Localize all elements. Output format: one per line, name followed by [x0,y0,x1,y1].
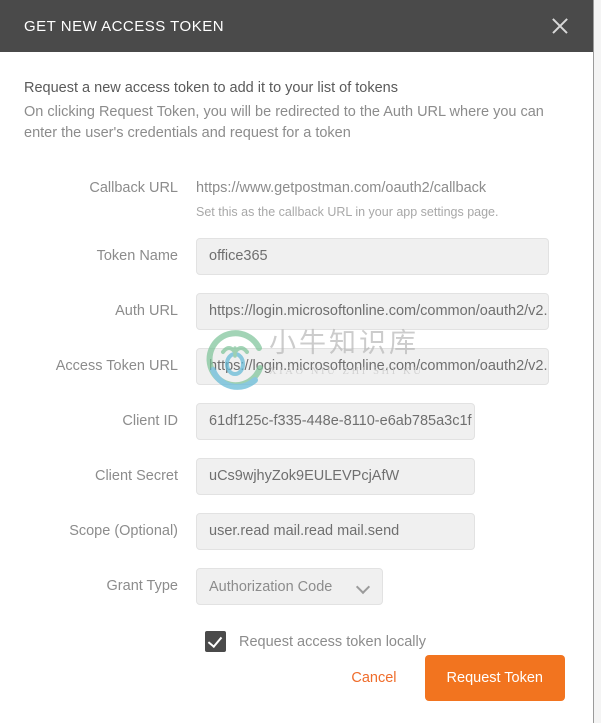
request-token-locally-row: Request access token locally [196,631,565,652]
token-name-input[interactable]: office365 [196,238,549,275]
modal-title: GET NEW ACCESS TOKEN [24,17,225,35]
app-root: GET NEW ACCESS TOKEN Request a new acces… [0,0,601,723]
form-row-scope: Scope (Optional) user.read mail.read mai… [24,513,565,550]
modal-footer: Cancel Request Token [0,655,593,701]
chevron-down-icon [357,582,371,591]
auth-url-label: Auth URL [115,303,178,319]
grant-type-field: Authorization Code [196,568,565,605]
access-token-url-label: Access Token URL [55,358,178,374]
client-secret-field: uCs9wjhyZok9EULEVPcjAfW [196,458,565,495]
client-secret-input[interactable]: uCs9wjhyZok9EULEVPcjAfW [196,458,475,495]
scope-label: Scope (Optional) [69,523,178,539]
scope-field: user.read mail.read mail.send [196,513,565,550]
request-token-button[interactable]: Request Token [424,655,565,701]
form-row-auth-url: Auth URL https://login.microsoftonline.c… [24,293,565,330]
get-new-access-token-modal: GET NEW ACCESS TOKEN Request a new acces… [0,0,594,723]
modal-body: Request a new access token to add it to … [0,52,593,652]
callback-url-hint: Set this as the callback URL in your app… [196,205,499,219]
token-name-field: office365 [196,238,565,275]
token-form: Callback URL https://www.getpostman.com/… [24,170,565,652]
cancel-button[interactable]: Cancel [347,664,400,692]
scope-input[interactable]: user.read mail.read mail.send [196,513,475,550]
form-row-client-id: Client ID 61df125c-f335-448e-8110-e6ab78… [24,403,565,440]
form-row-access-token-url: Access Token URL https://login.microsoft… [24,348,565,385]
close-icon[interactable] [547,13,573,39]
form-row-token-name: Token Name office365 [24,238,565,275]
callback-url-value: https://www.getpostman.com/oauth2/callba… [196,180,487,196]
client-id-input[interactable]: 61df125c-f335-448e-8110-e6ab785a3c1f [196,403,475,440]
grant-type-select[interactable]: Authorization Code [196,568,383,605]
access-token-url-field: https://login.microsoftonline.com/common… [196,348,565,385]
form-row-callback-url: Callback URL https://www.getpostman.com/… [24,170,565,220]
request-token-locally-label: Request access token locally [239,633,426,650]
intro-heading: Request a new access token to add it to … [24,80,398,96]
form-row-grant-type: Grant Type Authorization Code [24,568,565,605]
client-secret-label: Client Secret [94,468,178,484]
auth-url-input[interactable]: https://login.microsoftonline.com/common… [196,293,549,330]
form-row-client-secret: Client Secret uCs9wjhyZok9EULEVPcjAfW [24,458,565,495]
token-name-label: Token Name [96,248,178,264]
modal-header: GET NEW ACCESS TOKEN [0,0,593,52]
request-token-locally-checkbox[interactable] [205,631,226,652]
grant-type-label: Grant Type [106,578,178,594]
auth-url-field: https://login.microsoftonline.com/common… [196,293,565,330]
callback-url-label: Callback URL [89,180,178,196]
client-id-label: Client ID [122,413,178,429]
callback-url-field: https://www.getpostman.com/oauth2/callba… [196,170,565,220]
client-id-field: 61df125c-f335-448e-8110-e6ab785a3c1f [196,403,565,440]
grant-type-value: Authorization Code [209,578,333,595]
access-token-url-input[interactable]: https://login.microsoftonline.com/common… [196,348,549,385]
intro-description: On clicking Request Token, you will be r… [24,104,544,141]
